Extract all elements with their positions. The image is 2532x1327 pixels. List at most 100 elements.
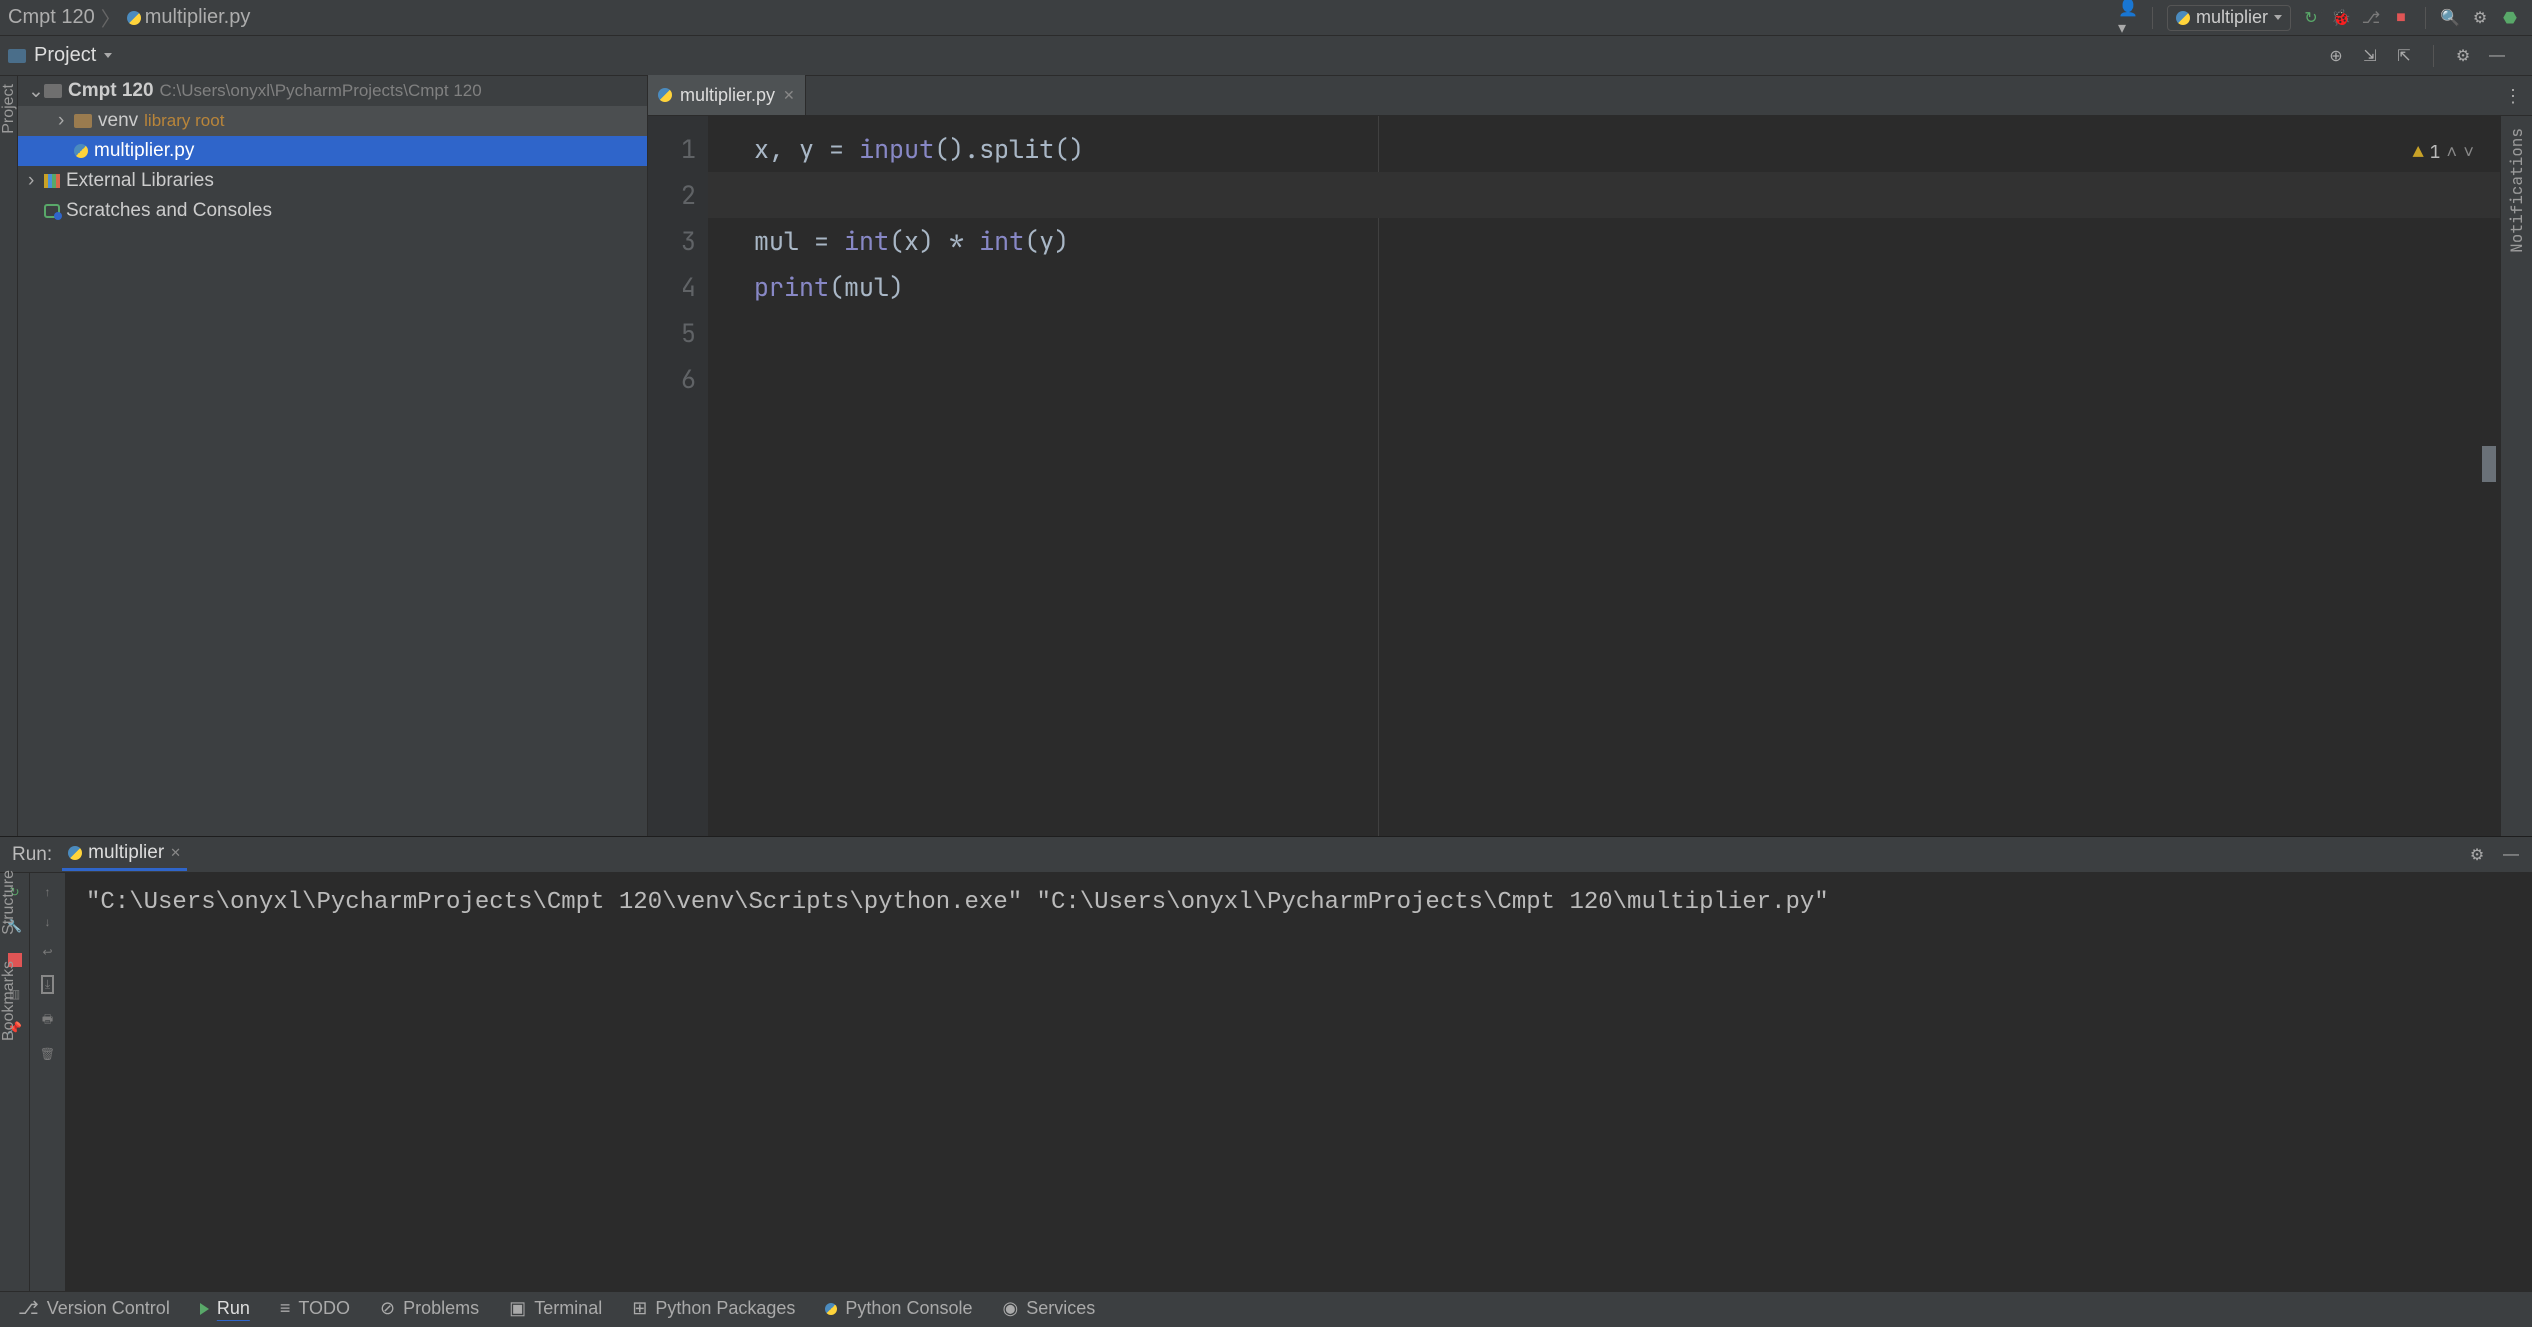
folder-icon xyxy=(44,84,62,98)
trash-icon[interactable]: 🗑 xyxy=(40,1047,55,1061)
code-column[interactable]: ▲ 1 ˄ ˅ x, y = input().split() mul = int… xyxy=(708,116,2500,836)
collapse-all-icon[interactable]: ⇱ xyxy=(2395,47,2413,65)
bottom-todo[interactable]: ≡TODO xyxy=(280,1298,350,1319)
run-body: ↻ 🔧 ▥ 📌 ↑ ↓ ↩ ⤓ 🖶 🗑 "C:\Users\onyxl\Pych… xyxy=(0,873,2532,1291)
coverage-icon[interactable]: ⎇ xyxy=(2361,8,2381,28)
hide-icon[interactable]: — xyxy=(2502,846,2520,864)
folder-icon xyxy=(74,114,92,128)
more-tabs-icon[interactable]: ⋮ xyxy=(2504,86,2522,107)
services-icon: ◉ xyxy=(1003,1298,1019,1319)
chevron-up-icon[interactable]: ˄ xyxy=(2446,130,2457,176)
chevron-right-icon[interactable]: › xyxy=(28,170,38,192)
bottom-python-packages[interactable]: ⊞Python Packages xyxy=(632,1298,795,1319)
bottom-problems-label: Problems xyxy=(403,1298,479,1319)
project-tree[interactable]: ⌄ Cmpt 120 C:\Users\onyxl\PycharmProject… xyxy=(18,76,648,836)
bottom-terminal[interactable]: ▣Terminal xyxy=(509,1298,602,1319)
search-icon[interactable]: 🔍 xyxy=(2440,8,2460,28)
warning-count: 1 xyxy=(2430,130,2441,176)
main-split: Project ⌄ Cmpt 120 C:\Users\onyxl\Pychar… xyxy=(0,76,2532,836)
separator xyxy=(2152,7,2153,29)
breadcrumb-file[interactable]: multiplier.py xyxy=(127,6,251,29)
run-tab-multiplier[interactable]: multiplier ✕ xyxy=(62,838,187,871)
locate-icon[interactable]: ⊕ xyxy=(2327,47,2345,65)
tree-scratches-label: Scratches and Consoles xyxy=(66,200,272,222)
gear-icon[interactable]: ⚙ xyxy=(2454,47,2472,65)
stop-icon[interactable]: ■ xyxy=(2391,8,2411,28)
line-number: 4 xyxy=(648,264,696,310)
console-output[interactable]: "C:\Users\onyxl\PycharmProjects\Cmpt 120… xyxy=(66,873,2532,1291)
hide-icon[interactable]: — xyxy=(2488,47,2506,65)
soft-wrap-icon[interactable]: ↩ xyxy=(42,945,52,959)
scroll-to-end-icon[interactable]: ⤓ xyxy=(41,975,54,994)
settings-icon[interactable]: ⚙ xyxy=(2470,8,2490,28)
editor-tabstrip: multiplier.py ✕ ⋮ xyxy=(648,76,2532,116)
separator xyxy=(2433,45,2434,67)
scrollbar-mark xyxy=(2482,446,2496,482)
editor-tab-multiplier[interactable]: multiplier.py ✕ xyxy=(648,75,806,115)
bottom-run-label: Run xyxy=(217,1298,250,1319)
run-header: Run: multiplier ✕ ⚙ — xyxy=(0,837,2532,873)
python-icon xyxy=(127,11,141,25)
tree-scratches[interactable]: Scratches and Consoles xyxy=(18,196,647,226)
code-line-4[interactable]: print(mul) xyxy=(754,264,2500,310)
tree-venv-tag: library root xyxy=(144,111,224,131)
scratches-icon xyxy=(44,204,60,218)
code-editor[interactable]: 1 2 3 4 5 6 ▲ 1 ˄ ˅ x, y = input().split… xyxy=(648,116,2532,836)
bottom-vcs[interactable]: ⎇Version Control xyxy=(18,1298,170,1319)
close-icon[interactable]: ✕ xyxy=(783,87,795,104)
bottom-python-console[interactable]: Python Console xyxy=(825,1298,972,1319)
separator xyxy=(2425,7,2426,29)
bottom-problems[interactable]: ⊘ Problems xyxy=(380,1298,479,1319)
tree-ext-libs[interactable]: › External Libraries xyxy=(18,166,647,196)
tree-ext-libs-label: External Libraries xyxy=(66,170,214,192)
run-title: Run: xyxy=(12,844,52,866)
up-icon[interactable]: ↑ xyxy=(45,885,51,899)
gear-icon[interactable]: ⚙ xyxy=(2468,846,2486,864)
code-line-5[interactable] xyxy=(754,310,2500,356)
line-number: 6 xyxy=(648,356,696,402)
chevron-down-icon[interactable]: ˅ xyxy=(2463,130,2474,176)
code-line-6[interactable] xyxy=(754,356,2500,402)
bookmarks-stripe-button[interactable]: Bookmarks xyxy=(0,961,18,1041)
debug-icon[interactable]: 🐞 xyxy=(2331,8,2351,28)
down-icon[interactable]: ↓ xyxy=(45,915,51,929)
bottom-run[interactable]: Run xyxy=(200,1298,250,1319)
gutter: 1 2 3 4 5 6 xyxy=(648,116,708,836)
chevron-right-icon[interactable]: › xyxy=(58,110,68,132)
code-line-2[interactable] xyxy=(754,172,2500,218)
right-stripe: Notifications xyxy=(2500,116,2532,836)
close-icon[interactable]: ✕ xyxy=(170,845,181,861)
editor-area: multiplier.py ✕ ⋮ 1 2 3 4 5 6 ▲ 1 ˄ xyxy=(648,76,2532,836)
tree-venv[interactable]: › venv library root xyxy=(18,106,647,136)
print-icon[interactable]: 🖶 xyxy=(42,1010,53,1031)
tree-root-label: Cmpt 120 xyxy=(68,80,154,102)
shield-icon[interactable]: ⬣ xyxy=(2500,8,2520,28)
code-line-3[interactable]: mul = int(x) * int(y) xyxy=(754,218,2500,264)
expand-all-icon[interactable]: ⇲ xyxy=(2361,47,2379,65)
chevron-down-icon[interactable]: ⌄ xyxy=(28,80,38,103)
project-title[interactable]: Project xyxy=(34,44,96,67)
breadcrumb: Cmpt 120 〉 multiplier.py xyxy=(8,3,250,32)
left-stripe-lower: Structure Bookmarks xyxy=(0,870,18,1041)
run-tab-label: multiplier xyxy=(88,842,164,864)
bottom-services[interactable]: ◉Services xyxy=(1003,1298,1096,1319)
line-number: 2 xyxy=(648,172,696,218)
top-toolbar: Cmpt 120 〉 multiplier.py 👤▾ multiplier ↻… xyxy=(0,0,2532,36)
line-number: 1 xyxy=(648,126,696,172)
problems-icon: ⊘ xyxy=(380,1298,395,1319)
code-line-1[interactable]: x, y = input().split() xyxy=(754,126,2500,172)
bottom-vcs-label: Version Control xyxy=(47,1298,170,1319)
project-stripe-button[interactable]: Project xyxy=(0,84,18,134)
run-config-selector[interactable]: multiplier xyxy=(2167,5,2291,31)
tree-venv-label: venv xyxy=(98,110,138,132)
structure-stripe-button[interactable]: Structure xyxy=(0,870,18,935)
user-icon[interactable]: 👤▾ xyxy=(2118,8,2138,28)
inspection-widget[interactable]: ▲ 1 ˄ ˅ xyxy=(2413,130,2474,176)
python-icon xyxy=(74,144,88,158)
run-config-name: multiplier xyxy=(2196,7,2268,28)
run-rerun-icon[interactable]: ↻ xyxy=(2301,8,2321,28)
tree-file-multiplier[interactable]: multiplier.py xyxy=(18,136,647,166)
breadcrumb-root[interactable]: Cmpt 120 xyxy=(8,6,95,29)
chevron-down-icon[interactable] xyxy=(104,53,112,58)
tree-root[interactable]: ⌄ Cmpt 120 C:\Users\onyxl\PycharmProject… xyxy=(18,76,647,106)
